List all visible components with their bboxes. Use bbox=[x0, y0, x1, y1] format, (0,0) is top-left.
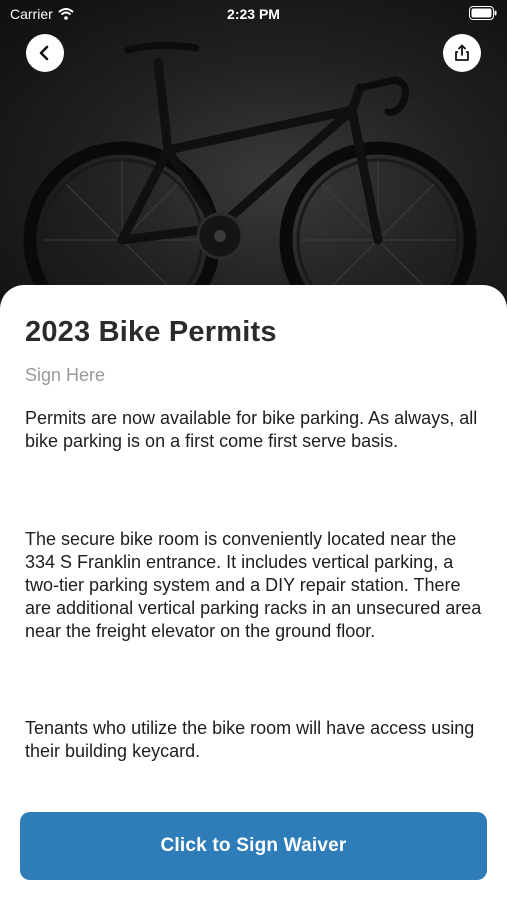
status-bar: Carrier 2:23 PM bbox=[0, 0, 507, 30]
page-title: 2023 Bike Permits bbox=[25, 316, 277, 348]
chevron-left-icon bbox=[39, 45, 49, 61]
share-button[interactable] bbox=[443, 34, 481, 72]
page-subtitle: Sign Here bbox=[25, 365, 106, 385]
description-paragraph-1: Permits are now available for bike parki… bbox=[25, 408, 478, 451]
description-paragraph-3: Tenants who utilize the bike room will h… bbox=[25, 718, 475, 761]
battery-icon bbox=[469, 6, 497, 23]
sign-waiver-button[interactable]: Click to Sign Waiver bbox=[20, 812, 487, 880]
content-sheet: 2023 Bike Permits Sign Here Permits are … bbox=[0, 285, 507, 900]
back-button[interactable] bbox=[26, 34, 64, 72]
bike-illustration bbox=[23, 41, 477, 330]
sign-waiver-label: Click to Sign Waiver bbox=[160, 835, 347, 856]
hero-image bbox=[0, 0, 507, 330]
description-paragraph-2: The secure bike room is conveniently loc… bbox=[25, 529, 482, 641]
status-time: 2:23 PM bbox=[227, 6, 280, 22]
share-icon bbox=[455, 44, 469, 61]
